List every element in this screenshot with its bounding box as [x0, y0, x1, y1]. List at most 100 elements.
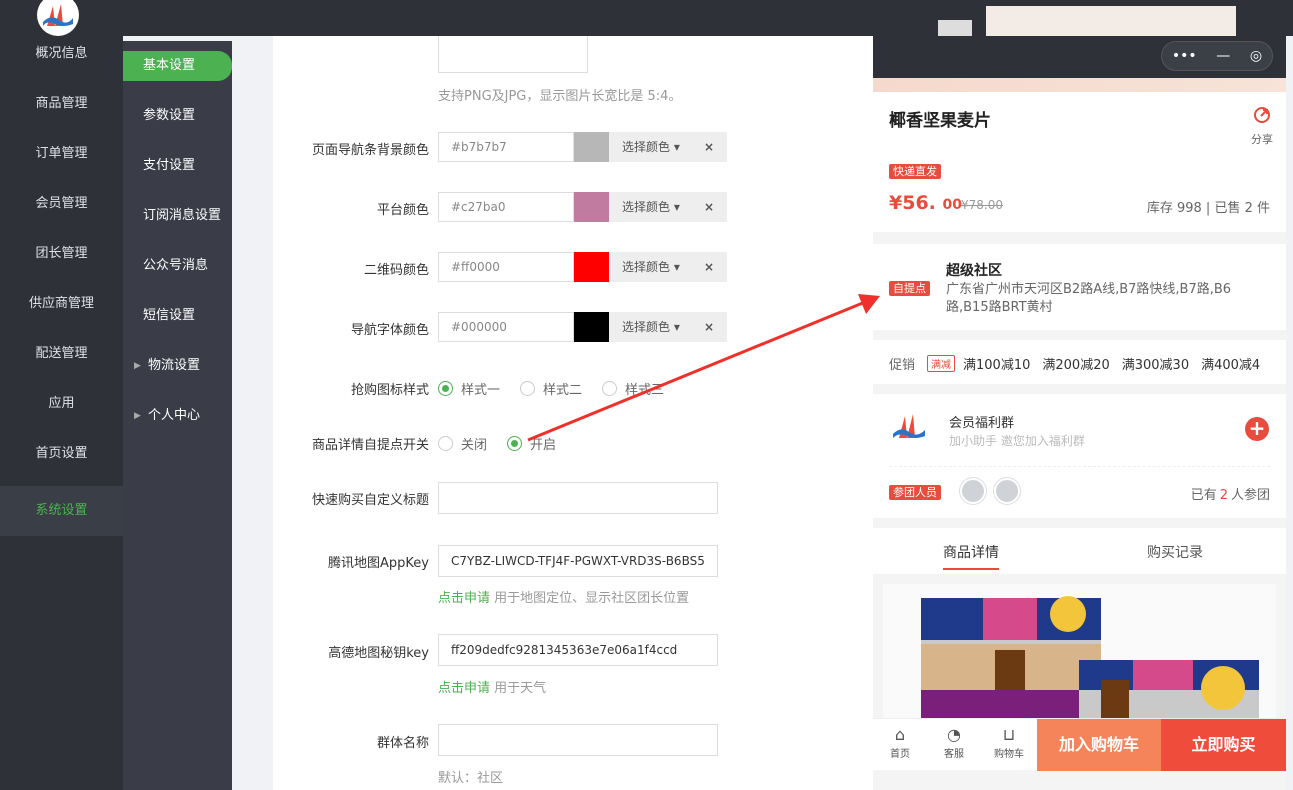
group-subtitle: 加小助手 邀您加入福利群 — [949, 434, 1085, 448]
clear-icon[interactable]: × — [704, 312, 714, 342]
qrcode-color-label: 二维码颜色 — [363, 263, 429, 278]
self-pickup-label: 商品详情自提点开关 — [311, 438, 429, 453]
join-group-plus-icon[interactable]: + — [1245, 417, 1269, 441]
amap-hint-text: 用于天气 — [494, 681, 547, 696]
style-three-radio[interactable]: 样式三 — [602, 379, 664, 398]
bottom-action-bar: ⌂ 首页 ◔ 客服 ⊔ 购物车 加入购物车 立即购买 — [873, 718, 1286, 771]
clear-icon[interactable]: × — [704, 132, 714, 162]
subnav-param-settings[interactable]: 参数设置 — [123, 91, 232, 141]
switch-on-radio[interactable]: 开启 — [507, 434, 556, 453]
nav-apps[interactable]: 应用 — [0, 386, 123, 436]
switch-on-label: 开启 — [530, 438, 557, 453]
settings-panel: 支持PNG及JPG，显示图片长宽比是 5:4。 页面导航条背景颜色 #b7b7b… — [273, 36, 873, 790]
nav-leaders[interactable]: 团长管理 — [0, 236, 123, 286]
product-title: 椰香坚果麦片 — [889, 111, 991, 131]
clear-icon[interactable]: × — [704, 192, 714, 222]
nav-font-color-input[interactable]: #000000 — [438, 312, 574, 342]
promo-item: 满300减30 — [1121, 358, 1190, 373]
pickup-tag: 自提点 — [889, 281, 930, 296]
buy-now-button[interactable]: 立即购买 — [1161, 719, 1286, 771]
subnav-logistics-label: 物流设置 — [148, 358, 201, 373]
radio-unchecked-icon — [520, 381, 535, 396]
pick-color-label: 选择颜色 — [622, 140, 671, 154]
nav-font-color-label: 导航字体颜色 — [350, 323, 429, 338]
subnav-logistics[interactable]: ▶ 物流设置 — [123, 341, 232, 391]
group-name-hint: 默认：社区 — [438, 771, 504, 786]
pick-color-label: 选择颜色 — [622, 200, 671, 214]
group-name-input[interactable] — [438, 724, 718, 756]
nav-goods[interactable]: 商品管理 — [0, 86, 123, 136]
subnav-basic-settings[interactable]: 基本设置 — [123, 51, 232, 81]
switch-off-radio[interactable]: 关闭 — [438, 434, 487, 453]
members-tag-wrap: 参团人员 — [889, 484, 941, 500]
nav-bg-color-swatch[interactable] — [574, 132, 609, 162]
style-two-radio[interactable]: 样式二 — [520, 379, 582, 398]
subnav-official-msg[interactable]: 公众号消息 — [123, 241, 232, 291]
original-price: ¥78.00 — [961, 198, 1003, 212]
pick-color-button[interactable]: 选择颜色 ▾ × — [609, 312, 727, 342]
amap-apply-link[interactable]: 点击申请 — [438, 681, 490, 696]
chat-icon: ◔ — [947, 725, 961, 744]
style-three-label: 样式三 — [625, 383, 665, 398]
background-window — [926, 0, 1293, 36]
more-icon[interactable]: ••• — [1172, 48, 1197, 64]
quick-buy-title-input[interactable] — [438, 482, 718, 514]
minimize-icon[interactable]: — — [1216, 48, 1230, 64]
nav-system-settings[interactable]: 系统设置 — [0, 486, 123, 536]
bottom-cart[interactable]: ⊔ 购物车 — [989, 725, 1029, 760]
quick-buy-title-label: 快速购买自定义标题 — [311, 493, 429, 508]
promo-tag: 满减 — [927, 355, 956, 372]
tab-product-detail[interactable]: 商品详情 — [943, 542, 999, 570]
bottom-home[interactable]: ⌂ 首页 — [880, 725, 920, 760]
tab-purchase-records[interactable]: 购买记录 — [1147, 542, 1203, 562]
share-label: 分享 — [1251, 133, 1273, 146]
pick-color-button[interactable]: 选择颜色 ▾ × — [609, 252, 727, 282]
secondary-sidebar: 基本设置 参数设置 支付设置 订阅消息设置 公众号消息 短信设置 ▶ 物流设置 ▶… — [123, 41, 232, 790]
bottom-service[interactable]: ◔ 客服 — [934, 725, 974, 760]
nav-delivery[interactable]: 配送管理 — [0, 336, 123, 386]
add-to-cart-button[interactable]: 加入购物车 — [1037, 719, 1161, 771]
qrcode-color-input[interactable]: #ff0000 — [438, 252, 574, 282]
qrcode-color-picker: #ff0000 选择颜色 ▾ × — [438, 252, 727, 282]
nav-homepage-settings[interactable]: 首页设置 — [0, 436, 123, 486]
express-tag-wrap: 快递直发 — [889, 163, 941, 179]
nav-bg-color-input[interactable]: #b7b7b7 — [438, 132, 574, 162]
close-target-icon[interactable]: ◎ — [1250, 48, 1262, 64]
promo-item: 满400减4 — [1201, 358, 1261, 373]
pick-color-button[interactable]: 选择颜色 ▾ × — [609, 192, 727, 222]
tencent-key-input[interactable]: C7YBZ-LIWCD-TFJ4F-PGWXT-VRD3S-B6BS5 — [438, 545, 718, 577]
style-one-radio[interactable]: 样式一 — [438, 379, 500, 398]
pick-color-button[interactable]: 选择颜色 ▾ × — [609, 132, 727, 162]
nav-suppliers[interactable]: 供应商管理 — [0, 286, 123, 336]
bottom-service-label: 客服 — [944, 749, 964, 760]
subnav-payment-settings[interactable]: 支付设置 — [123, 141, 232, 191]
share-icon — [1254, 107, 1270, 123]
subnav-sms-settings[interactable]: 短信设置 — [123, 291, 232, 341]
image-upload-box[interactable] — [438, 36, 588, 73]
platform-color-input[interactable]: #c27ba0 — [438, 192, 574, 222]
clear-icon[interactable]: × — [704, 252, 714, 282]
nav-orders[interactable]: 订单管理 — [0, 136, 123, 186]
community-address: 广东省广州市天河区B2路A线,B7路快线,B7路,B6路,B15路BRT黄村 — [946, 282, 1232, 315]
radio-checked-icon — [438, 381, 453, 396]
share-button[interactable]: 分享 — [1251, 106, 1273, 147]
home-icon: ⌂ — [894, 725, 906, 744]
amap-key-input[interactable]: ff209dedfc9281345363e7e06a1f4ccd — [438, 634, 718, 666]
radio-checked-icon — [507, 436, 522, 451]
subnav-personal-center[interactable]: ▶ 个人中心 — [123, 391, 232, 441]
express-tag: 快递直发 — [889, 164, 941, 179]
group-title: 会员福利群 — [949, 416, 1015, 431]
detail-tabs: 商品详情 购买记录 — [873, 528, 1286, 574]
nav-overview[interactable]: 概况信息 — [0, 36, 123, 86]
platform-color-swatch[interactable] — [574, 192, 609, 222]
price-decimal: 00 — [942, 197, 962, 213]
tencent-apply-link[interactable]: 点击申请 — [438, 591, 490, 606]
nav-font-color-swatch[interactable] — [574, 312, 609, 342]
qrcode-color-swatch[interactable] — [574, 252, 609, 282]
nav-members[interactable]: 会员管理 — [0, 186, 123, 236]
joined-prefix: 已有 — [1190, 488, 1217, 503]
tencent-key-label: 腾讯地图AppKey — [328, 556, 429, 571]
brand-logo[interactable] — [37, 0, 79, 36]
radio-unchecked-icon — [602, 381, 617, 396]
subnav-subscribe-msg[interactable]: 订阅消息设置 — [123, 191, 232, 241]
